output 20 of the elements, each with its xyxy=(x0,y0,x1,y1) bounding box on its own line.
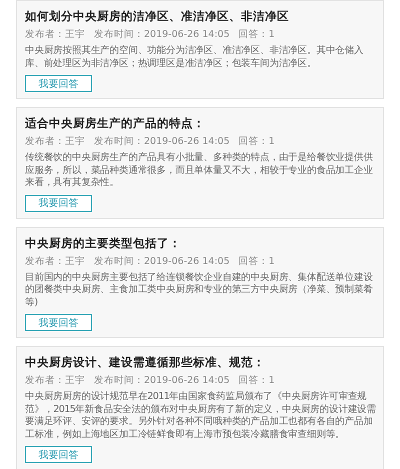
author-label: 发布者：王宇 xyxy=(25,375,85,387)
answer-count: 回答：1 xyxy=(238,256,275,268)
question-body: 中央厨房按照其生产的空间、功能分为洁净区、准洁净区、非洁净区。其中仓储入库、前处理区为非洁净区；热调理区是准洁净区；包装车间为洁净区。 xyxy=(25,45,364,70)
question-title[interactable]: 如何划分中央厨房的洁净区、准洁净区、非洁净区 xyxy=(25,9,378,24)
author-label: 发布者：王宇 xyxy=(25,29,85,41)
author-label: 发布者：王宇 xyxy=(25,136,85,148)
question-body: 中央厨房厨房的设计规范早在2011年由国家食药监局颁布了《中央厨房许可审查规范》，2015年新食品安全法的颁布对中央厨房有了新的定义，中央厨房的设计建设需要满足环评、安评的要求。另外针对各种不同哦种类的产品加工也都有各自的产品加工标准，例如上海地区加工冷链鲜食即有上海市预包装冷藏膳食审查细则等。 xyxy=(25,391,378,441)
question-body: 目前国内的中央厨房主要包括了给连锁餐饮企业自建的中央厨房、集体配送单位建设的团餐类中央厨房、主食加工类中央厨房和专业的第三方中央厨房（净菜、预制菜肴等) xyxy=(25,272,374,309)
question-body: 传统餐饮的中央厨房生产的产品具有小批量、多种类的特点，由于是给餐饮业提供供应服务，所以，菜品种类通常很多，而且单体量又不大，相较于专业的食品加工企业来看，具有其复杂性。 xyxy=(25,152,374,190)
question-title[interactable]: 适合中央厨房生产的产品的特点： xyxy=(25,116,378,131)
publish-time: 发布时间：2019-06-26 14:05 xyxy=(94,29,230,41)
answer-count: 回答：1 xyxy=(238,29,275,41)
question-title[interactable]: 中央厨房设计、建设需遵循那些标准、规范： xyxy=(25,355,378,370)
publish-time: 发布时间：2019-06-26 14:05 xyxy=(94,256,230,268)
author-label: 发布者：王宇 xyxy=(25,256,85,268)
answer-count: 回答：1 xyxy=(238,375,275,387)
question-title[interactable]: 中央厨房的主要类型包括了： xyxy=(25,236,378,250)
publish-time: 发布时间：2019-06-26 14:05 xyxy=(94,136,230,148)
publish-time: 发布时间：2019-06-26 14:05 xyxy=(94,375,230,387)
answer-count: 回答：1 xyxy=(238,136,275,148)
